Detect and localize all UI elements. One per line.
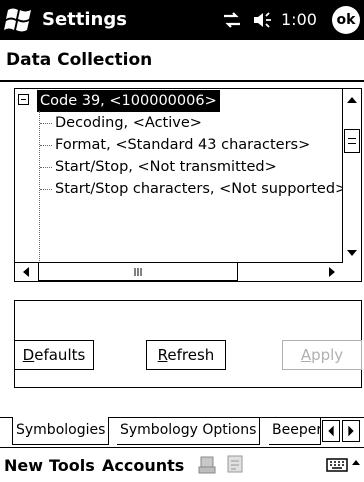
title-bar: Settings 1:00 ok bbox=[0, 0, 364, 40]
scroll-left-arrow-icon[interactable] bbox=[15, 263, 37, 281]
tree-connector bbox=[40, 189, 52, 190]
input-panel-arrow-icon[interactable] bbox=[350, 456, 362, 470]
symbology-tree[interactable]: Code 39, <100000006> Decoding, <Active> … bbox=[14, 88, 362, 282]
refresh-label: efresh bbox=[167, 346, 215, 364]
tab-scroll-left-icon[interactable] bbox=[322, 420, 340, 442]
menu-new[interactable]: New bbox=[4, 456, 43, 475]
horizontal-scrollbar[interactable] bbox=[15, 262, 343, 281]
title-divider bbox=[0, 80, 364, 82]
tab-scroll-right-icon[interactable] bbox=[342, 420, 360, 442]
menu-tools[interactable]: Tools bbox=[49, 456, 95, 475]
vertical-scrollbar[interactable] bbox=[342, 89, 361, 264]
horizontal-scroll-thumb[interactable] bbox=[38, 263, 238, 281]
tab-beeper[interactable]: Beeper bbox=[269, 417, 321, 445]
menu-accounts[interactable]: Accounts bbox=[102, 456, 184, 475]
tree-connector bbox=[39, 111, 40, 264]
refresh-accelerator: R bbox=[157, 346, 168, 364]
tree-connector bbox=[40, 145, 52, 146]
speaker-icon[interactable] bbox=[252, 10, 274, 30]
apply-label: pply bbox=[311, 346, 344, 364]
tab-symbologies[interactable]: Symbologies bbox=[12, 417, 110, 445]
menu-bar: New Tools Accounts bbox=[0, 447, 364, 482]
keyboard-icon[interactable] bbox=[326, 458, 348, 472]
refresh-button[interactable]: Refresh bbox=[146, 340, 226, 370]
grip-icon bbox=[134, 268, 142, 276]
app-title: Settings bbox=[42, 9, 127, 30]
tree-item-start-stop-characters[interactable]: Start/Stop characters, <Not supported> bbox=[55, 178, 343, 200]
connectivity-icon[interactable] bbox=[222, 10, 242, 30]
page-title: Data Collection bbox=[6, 50, 153, 70]
tree-root-item[interactable]: Code 39, <100000006> bbox=[37, 90, 220, 112]
vertical-scroll-thumb[interactable] bbox=[344, 129, 360, 153]
tree-item-start-stop[interactable]: Start/Stop, <Not transmitted> bbox=[55, 156, 277, 178]
tab-symbology-options[interactable]: Symbology Options bbox=[117, 417, 261, 445]
windows-start-icon[interactable] bbox=[4, 4, 34, 36]
scroll-down-arrow-icon[interactable] bbox=[343, 242, 361, 264]
compose-icon[interactable] bbox=[226, 454, 244, 474]
defaults-accelerator: D bbox=[22, 346, 35, 364]
defaults-button[interactable]: Defaults bbox=[14, 340, 94, 370]
tree-connector bbox=[40, 123, 52, 124]
clock[interactable]: 1:00 bbox=[281, 10, 317, 29]
apply-accelerator: A bbox=[300, 346, 312, 364]
inbox-icon[interactable] bbox=[198, 456, 216, 474]
tree-item-decoding[interactable]: Decoding, <Active> bbox=[55, 112, 202, 134]
scroll-right-arrow-icon[interactable] bbox=[321, 263, 343, 281]
collapse-icon[interactable] bbox=[18, 94, 29, 105]
ok-button[interactable]: ok bbox=[332, 6, 360, 34]
tree-item-format[interactable]: Format, <Standard 43 characters> bbox=[55, 134, 310, 156]
apply-button[interactable]: Apply bbox=[282, 340, 362, 370]
scroll-up-arrow-icon[interactable] bbox=[343, 89, 361, 111]
defaults-label: efaults bbox=[34, 346, 86, 364]
tree-connector bbox=[40, 167, 52, 168]
tree-body: Code 39, <100000006> Decoding, <Active> … bbox=[15, 89, 343, 264]
